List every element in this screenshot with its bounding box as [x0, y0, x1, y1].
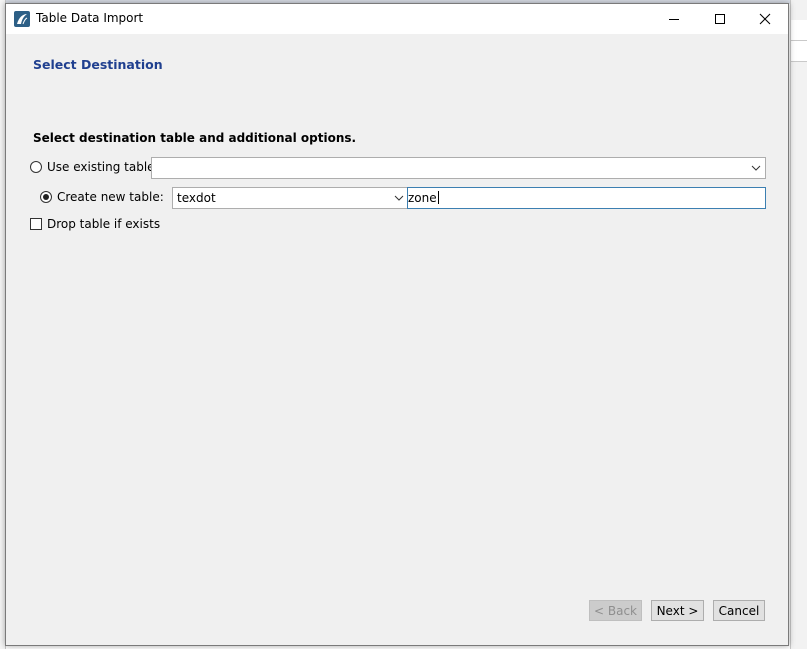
background-cell [791, 41, 807, 62]
new-table-name-input[interactable]: zone [407, 187, 766, 209]
table-data-import-dialog: Table Data Import Select Destination Sel… [5, 3, 789, 646]
text-caret [437, 191, 439, 204]
use-existing-table-label[interactable]: Use existing table: [47, 160, 159, 174]
workbench-dolphin-icon [14, 11, 30, 27]
cancel-button[interactable]: Cancel [713, 600, 765, 621]
chevron-down-icon [394, 195, 404, 201]
background-right-edge [790, 0, 807, 649]
page-title: Select Destination [33, 57, 163, 72]
use-existing-table-radio[interactable] [30, 161, 42, 173]
back-button[interactable]: < Back [589, 600, 642, 621]
create-new-table-radio[interactable] [40, 191, 52, 203]
close-icon [759, 13, 771, 25]
title-bar[interactable]: Table Data Import [6, 4, 788, 34]
schema-select[interactable]: texdot [172, 187, 409, 209]
existing-table-select[interactable] [151, 157, 766, 179]
instruction-text: Select destination table and additional … [33, 131, 357, 145]
background-cell [791, 20, 807, 41]
minimize-button[interactable] [651, 4, 697, 34]
close-button[interactable] [742, 4, 788, 34]
window-title: Table Data Import [36, 11, 144, 25]
drop-table-checkbox[interactable] [30, 218, 42, 230]
minimize-icon [669, 19, 679, 20]
new-table-name-value: zone [408, 191, 439, 205]
maximize-button[interactable] [697, 4, 743, 34]
create-new-table-label[interactable]: Create new table: [57, 190, 164, 204]
drop-table-label[interactable]: Drop table if exists [47, 217, 160, 231]
next-button[interactable]: Next > [651, 600, 704, 621]
schema-value: texdot [177, 191, 216, 205]
maximize-icon [715, 14, 725, 24]
chevron-down-icon [751, 165, 761, 171]
